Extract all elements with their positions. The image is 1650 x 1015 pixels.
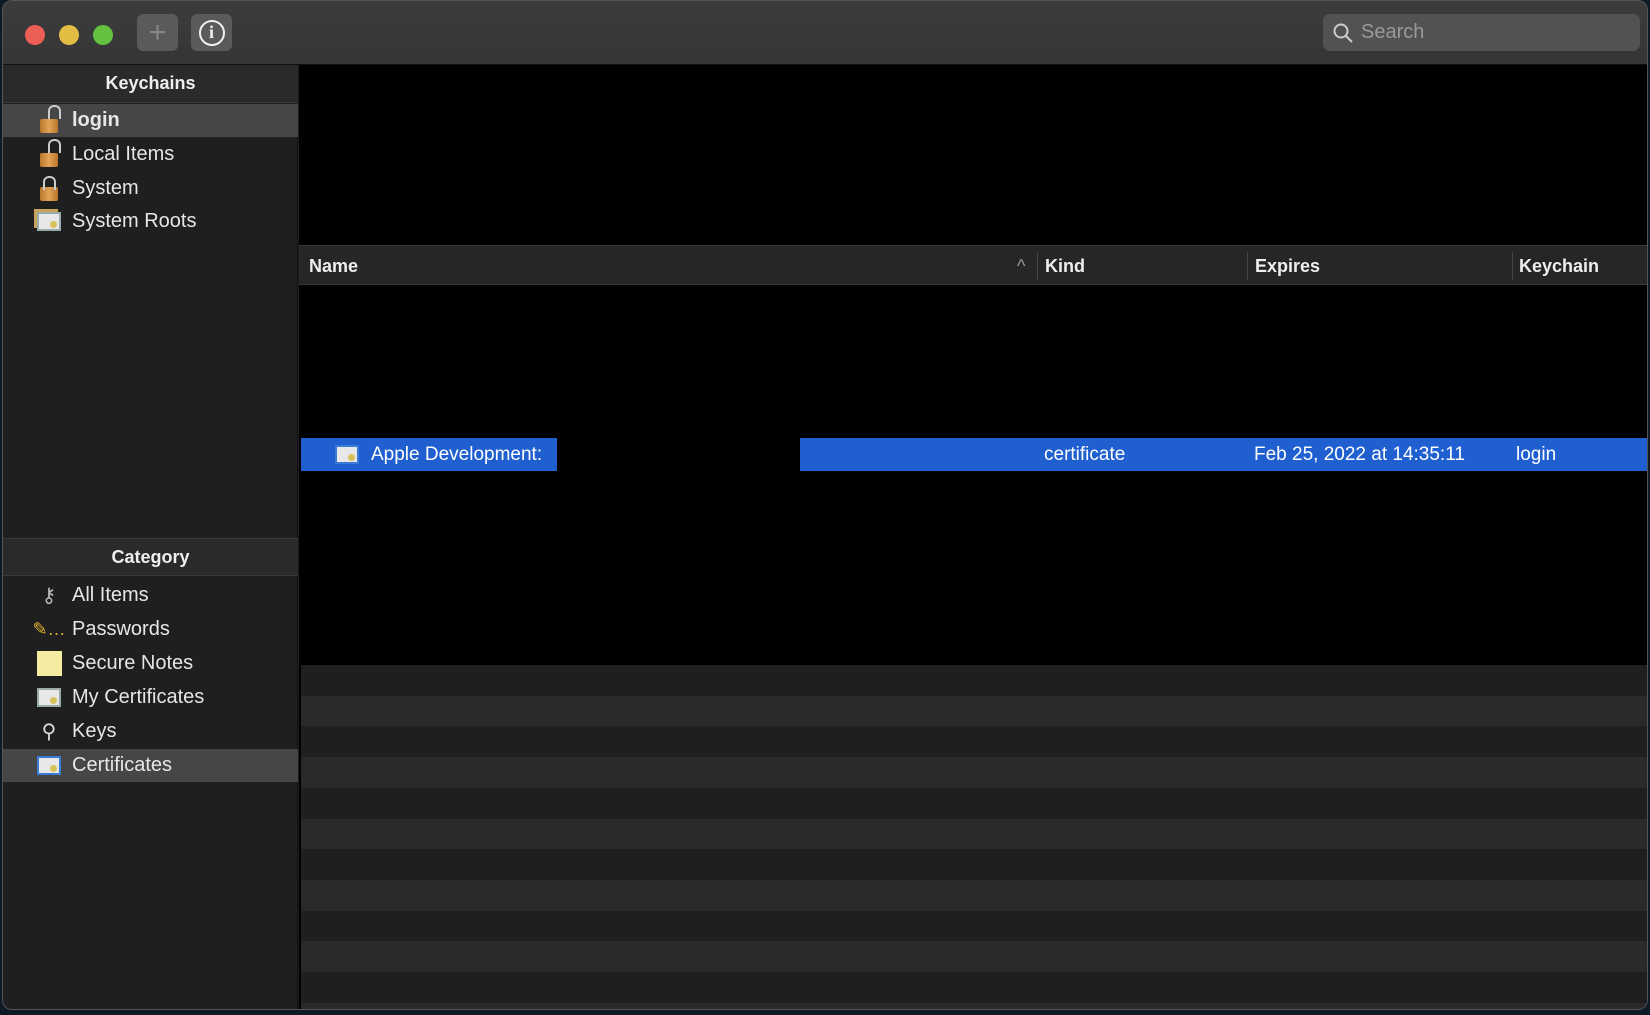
- search-icon: [1333, 23, 1353, 43]
- empty-row: [301, 910, 1647, 942]
- add-item-button[interactable]: +: [137, 14, 178, 51]
- keychain-system[interactable]: System: [3, 172, 298, 205]
- item-label: All Items: [72, 584, 149, 606]
- unlocked-padlock-icon: [35, 138, 63, 168]
- table-row[interactable]: Apple Development:: [301, 438, 557, 471]
- empty-row: [301, 849, 1647, 881]
- info-button[interactable]: i: [191, 14, 232, 51]
- category-keys[interactable]: ⚲ Keys: [3, 715, 298, 748]
- keys-icon: ⚷: [41, 585, 57, 607]
- category-header: Category: [3, 538, 298, 576]
- unlocked-padlock-icon: [35, 104, 63, 134]
- keychain-local-items[interactable]: Local Items: [3, 138, 298, 171]
- category-secure-notes[interactable]: Secure Notes: [3, 647, 298, 680]
- plus-icon: +: [148, 15, 167, 49]
- keychain-access-window: + i Keychains login Local Items System S…: [2, 0, 1648, 1010]
- empty-row: [301, 695, 1647, 727]
- locked-padlock-icon: [35, 175, 63, 202]
- category-passwords[interactable]: ✎… Passwords: [3, 613, 298, 646]
- zoom-button[interactable]: [93, 25, 113, 45]
- empty-row: [301, 726, 1647, 758]
- titlebar: + i: [3, 1, 1647, 65]
- empty-row: [301, 818, 1647, 850]
- info-icon: i: [198, 19, 225, 46]
- item-label: Passwords: [72, 618, 170, 640]
- category-my-certificates[interactable]: My Certificates: [3, 681, 298, 714]
- category-all-items[interactable]: ⚷ All Items: [3, 579, 298, 612]
- empty-row: [301, 972, 1647, 1003]
- item-label: Certificates: [72, 754, 173, 776]
- search-field[interactable]: [1323, 14, 1640, 51]
- key-icon: ⚲: [41, 721, 57, 743]
- table-row-selected[interactable]: certificate Feb 25, 2022 at 14:35:11 log…: [800, 438, 1647, 471]
- item-label: System Roots: [72, 210, 197, 232]
- item-label: My Certificates: [72, 686, 205, 708]
- item-label: Keys: [72, 720, 117, 742]
- certificate-icon: [35, 753, 63, 779]
- column-name[interactable]: Name: [309, 256, 358, 277]
- keychain-login[interactable]: login: [3, 104, 298, 137]
- category-certificates[interactable]: Certificates: [3, 749, 298, 782]
- item-label: Secure Notes: [72, 652, 194, 674]
- sidebar: Keychains login Local Items System Syste…: [3, 65, 298, 1009]
- item-label: Local Items: [72, 143, 175, 165]
- pencil-icon: ✎…: [32, 619, 66, 639]
- minimize-button[interactable]: [59, 25, 79, 45]
- note-icon: [35, 651, 63, 677]
- row-kind: certificate: [1044, 444, 1126, 465]
- item-label: System: [72, 177, 139, 199]
- empty-row: [301, 879, 1647, 911]
- item-label: login: [72, 109, 120, 131]
- row-keychain: login: [1516, 444, 1557, 465]
- row-name: Apple Development:: [371, 443, 543, 465]
- certificates-stack-icon: [35, 209, 63, 235]
- keychain-system-roots[interactable]: System Roots: [3, 205, 298, 238]
- column-kind[interactable]: Kind: [1045, 256, 1085, 277]
- main-panel: Name ^ Kind Expires Keychain Apple Devel…: [299, 65, 1647, 1009]
- row-expires: Feb 25, 2022 at 14:35:11: [1254, 444, 1465, 465]
- close-button[interactable]: [25, 25, 45, 45]
- column-keychain[interactable]: Keychain: [1519, 256, 1599, 277]
- empty-row: [301, 787, 1647, 819]
- sort-ascending-icon: ^: [1017, 256, 1026, 276]
- keychains-header: Keychains: [3, 65, 298, 103]
- my-certificate-icon: [35, 685, 63, 711]
- empty-row: [301, 757, 1647, 789]
- column-expires[interactable]: Expires: [1255, 256, 1320, 277]
- empty-row: [301, 665, 1647, 696]
- empty-row: [301, 941, 1647, 973]
- certificate-icon: [335, 445, 359, 464]
- empty-row: [301, 1002, 1647, 1009]
- search-input[interactable]: [1361, 21, 1621, 44]
- table-header: Name ^ Kind Expires Keychain: [299, 245, 1647, 285]
